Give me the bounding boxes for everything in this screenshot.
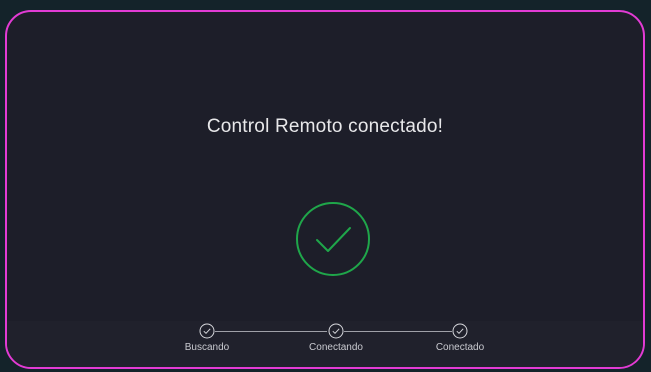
check-circle-icon: [452, 323, 468, 339]
step-conectando: Conectando: [296, 323, 376, 353]
step-label: Conectando: [309, 342, 363, 353]
check-circle-icon: [296, 202, 370, 276]
connection-dialog: Control Remoto conectado! Buscando Conec…: [5, 10, 645, 369]
step-label: Buscando: [184, 342, 230, 353]
dialog-title: Control Remoto conectado!: [206, 116, 444, 137]
step-conectado: Conectado: [420, 323, 500, 353]
step-buscando: Buscando: [167, 323, 247, 353]
step-label: Conectado: [435, 342, 485, 353]
progress-steps: Buscando Conectando Conectado: [7, 321, 643, 367]
check-circle-icon: [199, 323, 215, 339]
screen-background: Control Remoto conectado! Buscando Conec…: [0, 0, 651, 372]
check-circle-icon: [328, 323, 344, 339]
